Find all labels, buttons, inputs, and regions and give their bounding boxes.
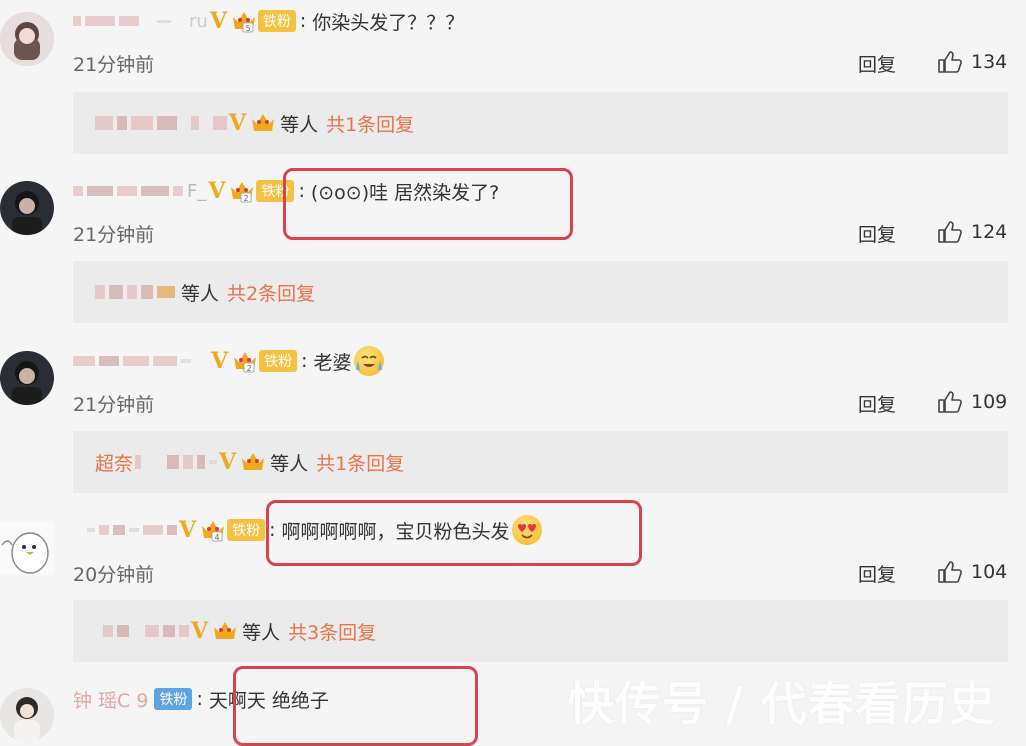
reply-button[interactable]: 回复	[858, 50, 896, 77]
svg-text:2: 2	[247, 364, 252, 373]
crown-icon	[250, 111, 276, 135]
comment-header: V 2 铁粉 : 老婆	[73, 345, 384, 377]
reply-button[interactable]: 回复	[858, 220, 896, 247]
crying-laughing-emoji-icon	[353, 346, 384, 376]
like-count: 134	[971, 51, 1008, 73]
svg-text:2: 2	[244, 194, 249, 203]
comment-time: 21分钟前	[73, 394, 155, 416]
crown-icon: 5	[231, 9, 257, 33]
comment-item: V 2 铁粉 : 老婆 21分钟前 回复 109	[0, 340, 1026, 430]
highlight-box	[233, 666, 478, 746]
watermark: 快传号 / 代春看历史	[568, 677, 996, 731]
like-button[interactable]: 124	[937, 220, 1007, 244]
username[interactable]: ru	[73, 11, 208, 32]
svg-text:4: 4	[215, 533, 220, 542]
verified-v-icon: V	[191, 618, 209, 644]
comment-time: 21分钟前	[73, 54, 155, 76]
fan-badge: 铁粉	[257, 10, 296, 32]
sub-replies[interactable]: V 等人 共1条回复	[73, 92, 1008, 154]
crown-icon: 2	[229, 179, 255, 203]
sub-replies[interactable]: 超奈 V 等人 共1条回复	[73, 431, 1008, 493]
comment-text: 老婆	[313, 351, 352, 374]
verified-v-icon: V	[211, 348, 229, 374]
reply-user-prefix[interactable]: 超奈	[95, 449, 133, 476]
sub-reply-suffix: 等人	[280, 113, 319, 136]
highlight-box	[283, 168, 573, 240]
thumbs-up-icon	[938, 561, 962, 583]
sub-reply-count[interactable]: 共1条回复	[316, 449, 404, 476]
username[interactable]	[73, 356, 209, 366]
avatar[interactable]	[0, 688, 54, 742]
highlight-box	[266, 500, 642, 566]
like-count: 124	[971, 221, 1008, 243]
crown-icon: 4	[200, 518, 226, 542]
username[interactable]: F_	[73, 181, 206, 202]
svg-text:5: 5	[245, 24, 250, 33]
verified-v-icon: V	[179, 517, 197, 543]
reply-users[interactable]	[95, 625, 189, 637]
fan-badge: 铁粉	[154, 688, 193, 710]
like-button[interactable]: 134	[937, 50, 1007, 74]
reply-button[interactable]: 回复	[858, 390, 896, 417]
like-count: 109	[971, 391, 1008, 413]
verified-v-icon: V	[219, 449, 237, 475]
sub-reply-count[interactable]: 共3条回复	[288, 618, 376, 645]
avatar[interactable]	[0, 351, 54, 405]
thumbs-up-icon	[938, 391, 962, 413]
comment-time: 21分钟前	[73, 224, 155, 246]
fan-badge: 铁粉	[259, 350, 298, 372]
reply-users[interactable]	[135, 455, 218, 469]
sub-reply-suffix: 等人	[270, 452, 309, 475]
comment-text: 你染头发了？？？	[312, 11, 465, 34]
thumbs-up-icon	[938, 51, 962, 73]
avatar[interactable]	[0, 12, 54, 66]
comment-item: ru V 5 铁粉 : 你染头发了？？？ 21分钟前 回复 134	[0, 0, 1026, 90]
avatar[interactable]	[0, 521, 54, 575]
username[interactable]	[73, 525, 177, 535]
sub-replies[interactable]: V 等人 共3条回复	[73, 600, 1008, 662]
comment-time: 20分钟前	[73, 564, 155, 586]
fan-badge: 铁粉	[227, 519, 266, 541]
username[interactable]: 钟 瑶C 9	[73, 686, 148, 713]
like-count: 104	[971, 561, 1008, 583]
like-button[interactable]: 104	[937, 560, 1007, 584]
crown-icon	[240, 450, 266, 474]
sub-reply-suffix: 等人	[181, 282, 220, 305]
sub-reply-count[interactable]: 共2条回复	[227, 279, 315, 306]
verified-v-icon: V	[209, 8, 227, 34]
like-button[interactable]: 109	[937, 390, 1007, 414]
reply-button[interactable]: 回复	[858, 560, 896, 587]
avatar[interactable]	[0, 181, 54, 235]
verified-v-icon: V	[208, 178, 226, 204]
sub-replies[interactable]: 等人 共2条回复	[73, 261, 1008, 323]
thumbs-up-icon	[938, 221, 962, 243]
sub-reply-suffix: 等人	[242, 621, 281, 644]
crown-icon	[212, 619, 238, 643]
reply-users[interactable]	[95, 116, 227, 130]
verified-v-icon: V	[229, 110, 247, 136]
crown-icon: 2	[232, 349, 258, 373]
reply-users[interactable]	[95, 285, 175, 299]
comment-header: ru V 5 铁粉 : 你染头发了？？？	[73, 5, 464, 37]
sub-reply-count[interactable]: 共1条回复	[326, 110, 414, 137]
